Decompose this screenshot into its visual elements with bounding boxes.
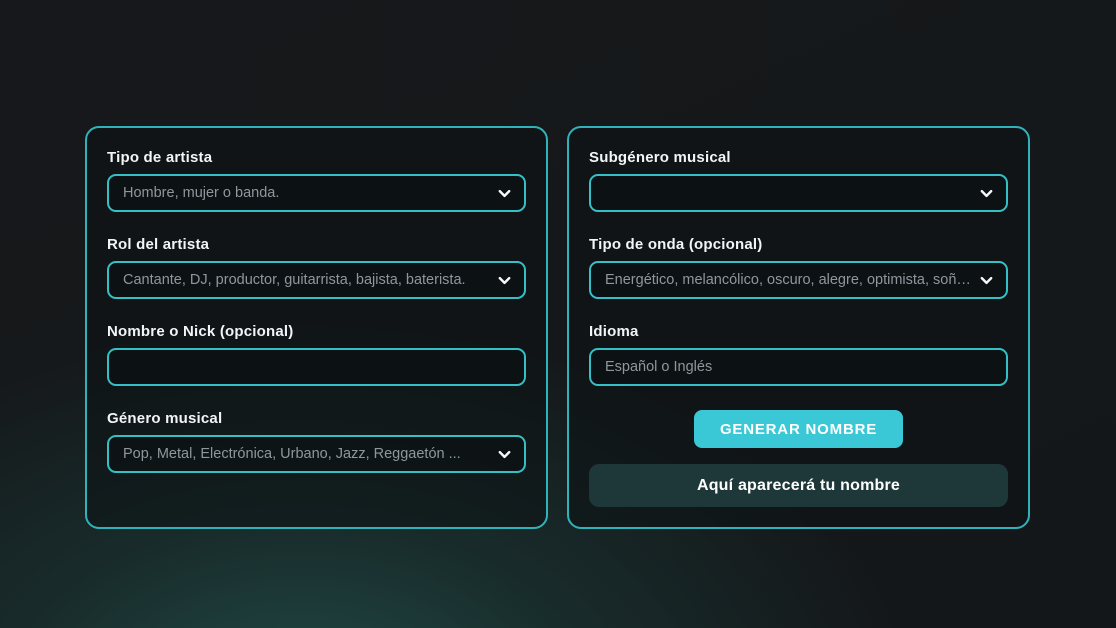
field-nombre-nick: Nombre o Nick (opcional)	[107, 323, 526, 386]
artist-details-card: Tipo de artista Hombre, mujer o banda. R…	[85, 126, 548, 529]
genero-musical-label: Género musical	[107, 410, 526, 427]
tipo-de-artista-select[interactable]: Hombre, mujer o banda.	[107, 174, 526, 212]
chevron-down-icon	[979, 186, 994, 201]
field-genero-musical: Género musical Pop, Metal, Electrónica, …	[107, 410, 526, 473]
generar-nombre-button[interactable]: GENERAR NOMBRE	[694, 410, 903, 448]
tipo-de-onda-select[interactable]: Energético, melancólico, oscuro, alegre,…	[589, 261, 1008, 299]
genero-musical-select[interactable]: Pop, Metal, Electrónica, Urbano, Jazz, R…	[107, 435, 526, 473]
field-tipo-de-onda: Tipo de onda (opcional) Energético, mela…	[589, 236, 1008, 299]
tipo-de-artista-select-value: Hombre, mujer o banda.	[123, 185, 279, 201]
rol-del-artista-label: Rol del artista	[107, 236, 526, 253]
tipo-de-onda-select-value: Energético, melancólico, oscuro, alegre,…	[605, 272, 971, 288]
result-display: Aquí aparecerá tu nombre	[589, 464, 1008, 507]
field-rol-del-artista: Rol del artista Cantante, DJ, productor,…	[107, 236, 526, 299]
field-tipo-de-artista: Tipo de artista Hombre, mujer o banda.	[107, 149, 526, 212]
chevron-down-icon	[497, 447, 512, 462]
genero-musical-select-value: Pop, Metal, Electrónica, Urbano, Jazz, R…	[123, 446, 461, 462]
field-subgenero-musical: Subgénero musical	[589, 149, 1008, 212]
page-background: Tipo de artista Hombre, mujer o banda. R…	[0, 0, 1116, 628]
tipo-de-onda-label: Tipo de onda (opcional)	[589, 236, 1008, 253]
result-text: Aquí aparecerá tu nombre	[697, 477, 900, 495]
idioma-label: Idioma	[589, 323, 1008, 340]
form-cards-container: Tipo de artista Hombre, mujer o banda. R…	[85, 126, 1030, 529]
chevron-down-icon	[497, 186, 512, 201]
tipo-de-artista-label: Tipo de artista	[107, 149, 526, 166]
subgenero-musical-select[interactable]	[589, 174, 1008, 212]
generator-card: Subgénero musical Tipo de onda (opcional…	[567, 126, 1030, 529]
rol-del-artista-select-value: Cantante, DJ, productor, guitarrista, ba…	[123, 272, 466, 288]
subgenero-musical-label: Subgénero musical	[589, 149, 1008, 166]
chevron-down-icon	[497, 273, 512, 288]
nombre-nick-label: Nombre o Nick (opcional)	[107, 323, 526, 340]
chevron-down-icon	[979, 273, 994, 288]
field-idioma: Idioma	[589, 323, 1008, 386]
idioma-input[interactable]	[589, 348, 1008, 386]
rol-del-artista-select[interactable]: Cantante, DJ, productor, guitarrista, ba…	[107, 261, 526, 299]
nombre-nick-input[interactable]	[107, 348, 526, 386]
